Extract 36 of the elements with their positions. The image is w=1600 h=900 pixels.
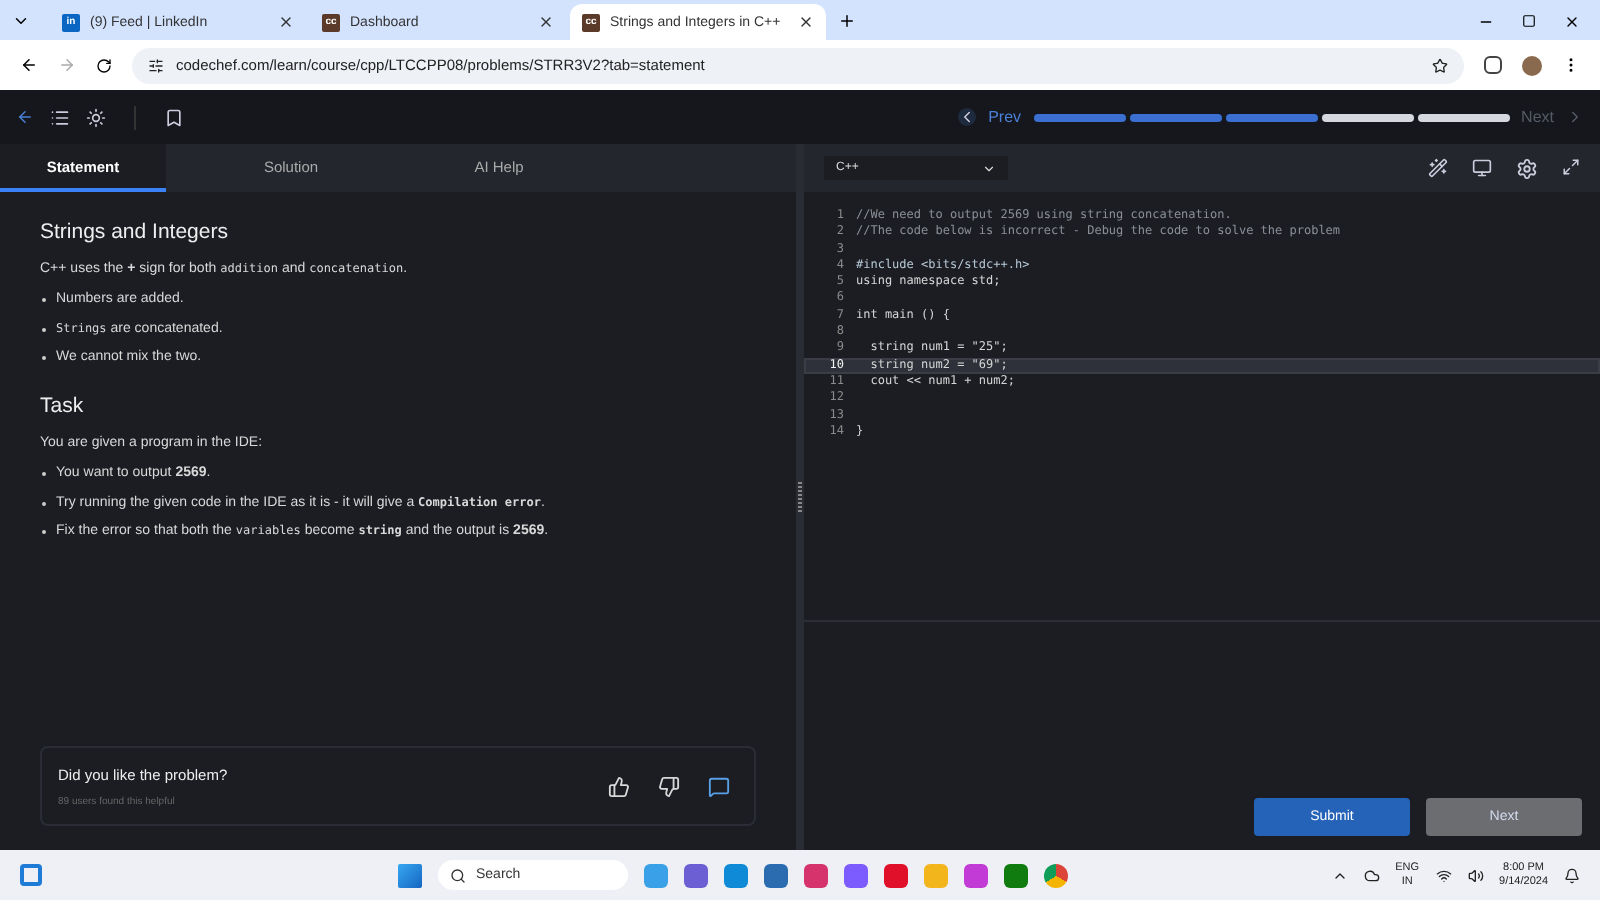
back-icon[interactable]: [20, 56, 38, 74]
cloud-icon[interactable]: [1363, 867, 1380, 883]
maximize-icon[interactable]: [1522, 14, 1536, 28]
monitor-icon[interactable]: [1472, 157, 1492, 177]
close-icon[interactable]: [538, 14, 554, 30]
start-icon[interactable]: [398, 863, 422, 887]
thumbs-down-icon[interactable]: [658, 775, 680, 797]
new-tab-icon[interactable]: [838, 12, 856, 30]
search-icon: [450, 867, 466, 883]
volume-icon[interactable]: [1467, 867, 1484, 883]
comment-icon[interactable]: [708, 775, 730, 797]
task-heading: Task: [40, 393, 86, 418]
bookmark-star-icon[interactable]: [1432, 57, 1448, 73]
magic-wand-icon[interactable]: [1428, 157, 1448, 177]
chevron-left-icon: [958, 108, 977, 126]
caret-icon: [982, 161, 996, 175]
close-icon[interactable]: [1564, 14, 1580, 30]
widgets-icon[interactable]: [20, 864, 42, 886]
close-icon[interactable]: [798, 14, 814, 30]
thumbs-up-icon[interactable]: [608, 775, 630, 797]
reload-icon[interactable]: [96, 57, 112, 73]
close-icon[interactable]: [278, 14, 294, 30]
avatar[interactable]: [1522, 55, 1542, 75]
prev-button[interactable]: Prev: [958, 108, 1022, 126]
chevron-right-icon: [1566, 108, 1584, 126]
tab-list-icon[interactable]: [12, 12, 30, 30]
problem-title: Strings and Integers: [40, 220, 230, 244]
site-settings-icon[interactable]: [148, 57, 164, 73]
bookmark-icon[interactable]: [164, 107, 184, 127]
expand-icon[interactable]: [1562, 157, 1580, 175]
theme-icon[interactable]: [86, 107, 106, 127]
extension-icon[interactable]: [1484, 56, 1502, 74]
wifi-icon[interactable]: [1435, 867, 1452, 883]
list-icon[interactable]: [50, 107, 70, 127]
notification-icon[interactable]: [1564, 867, 1580, 883]
settings-icon[interactable]: [1516, 157, 1538, 179]
